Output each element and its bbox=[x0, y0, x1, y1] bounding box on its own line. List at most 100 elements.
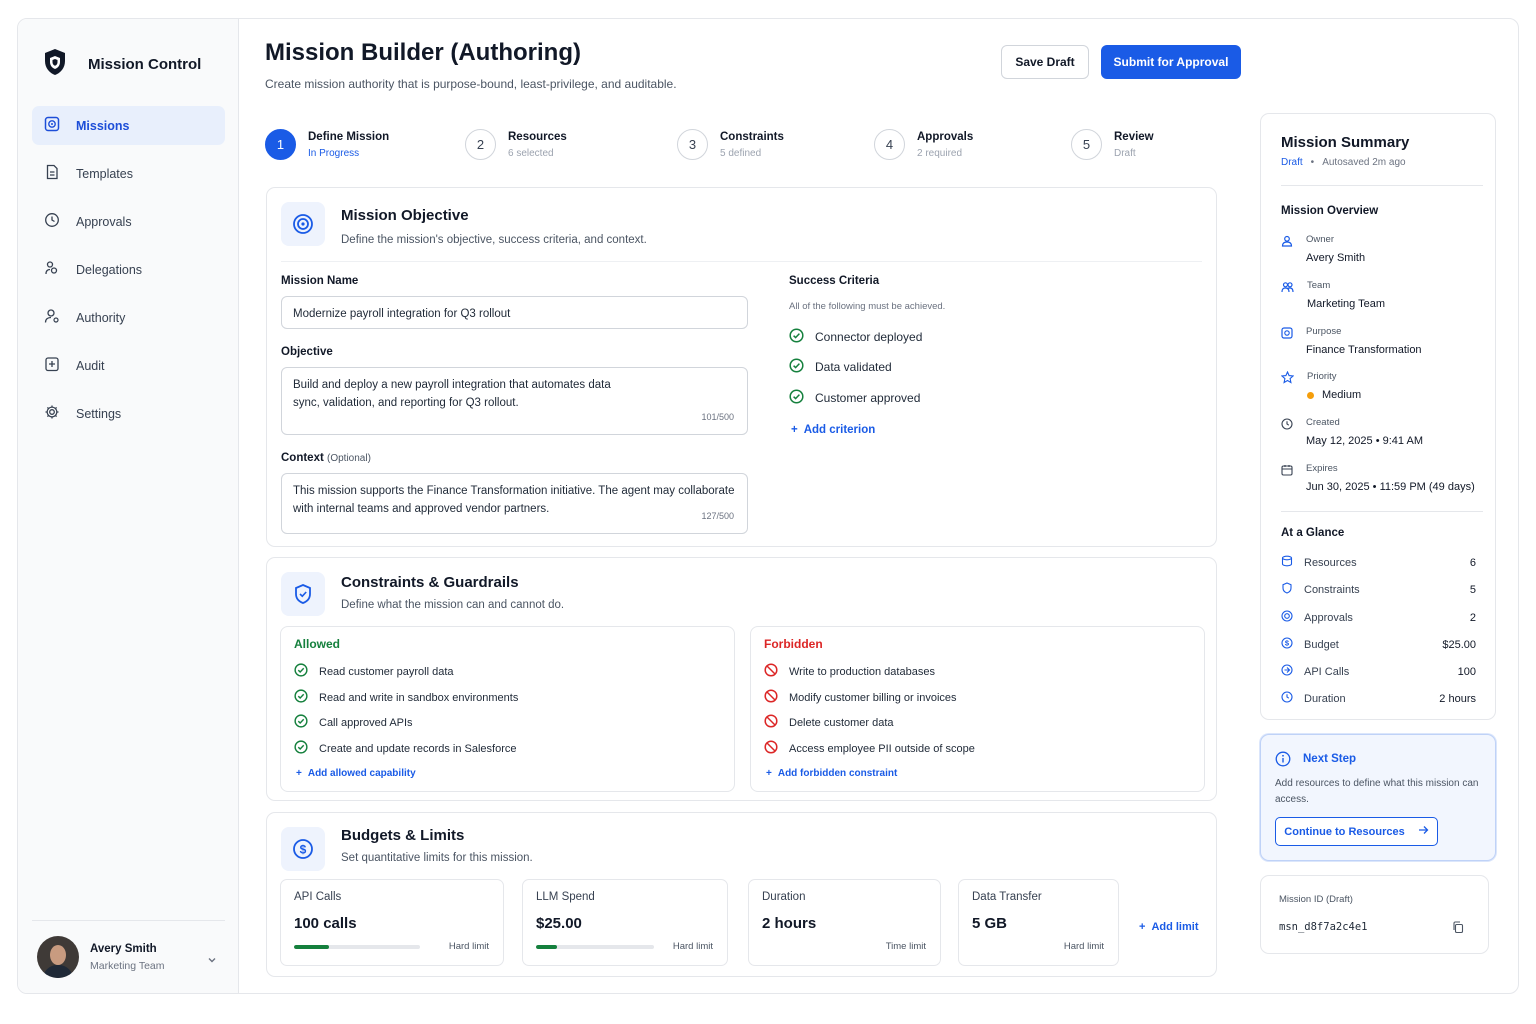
continue-to-resources-button[interactable]: Continue to Resources bbox=[1275, 817, 1438, 846]
info-icon bbox=[1275, 751, 1291, 772]
clock-icon bbox=[1281, 691, 1293, 706]
clock-icon bbox=[1281, 417, 1293, 447]
svg-text:$: $ bbox=[1285, 639, 1290, 648]
allowed-panel: Allowed Read customer payroll data Read … bbox=[280, 626, 735, 792]
svg-text:$: $ bbox=[300, 843, 307, 857]
avatar bbox=[37, 936, 79, 978]
check-circle-icon bbox=[789, 389, 804, 407]
step-number: 2 bbox=[465, 129, 496, 160]
step-label: Review bbox=[1114, 130, 1154, 143]
card-title: Budgets & Limits bbox=[341, 827, 465, 844]
target-icon bbox=[1281, 326, 1293, 356]
save-draft-button[interactable]: Save Draft bbox=[1001, 45, 1089, 79]
mission-id-card: Mission ID (Draft) msn_d8f7a2c4e1 bbox=[1260, 875, 1489, 954]
sidebar-item-approvals[interactable]: Approvals bbox=[32, 202, 225, 241]
glance-duration: Duration 2 hours bbox=[1281, 691, 1476, 706]
ban-icon bbox=[764, 740, 778, 757]
mission-name-input[interactable]: Modernize payroll integration for Q3 rol… bbox=[281, 296, 748, 329]
clock-check-icon bbox=[44, 212, 60, 231]
user-name: Avery Smith bbox=[90, 942, 157, 955]
next-step-text: Add resources to define what this missio… bbox=[1275, 778, 1479, 805]
add-criterion-button[interactable]: + Add criterion bbox=[791, 424, 875, 436]
overview-team: Team Marketing Team bbox=[1281, 280, 1385, 310]
glance-resources: Resources 6 bbox=[1281, 555, 1476, 570]
step-constraints[interactable]: 3 Constraints 5 defined bbox=[677, 129, 784, 160]
forbidden-item: Delete customer data bbox=[764, 714, 894, 731]
limit-card-duration[interactable]: Duration 2 hours Time limit bbox=[748, 879, 941, 966]
limit-label: Data Transfer bbox=[972, 891, 1042, 903]
user-menu[interactable]: Avery Smith Marketing Team bbox=[32, 920, 225, 993]
page-subtitle: Create mission authority that is purpose… bbox=[265, 77, 677, 91]
glance-budget: $ Budget $25.00 bbox=[1281, 637, 1476, 652]
page-title: Mission Builder (Authoring) bbox=[265, 39, 581, 66]
plus-icon: + bbox=[766, 768, 772, 779]
limit-progress-bar bbox=[536, 945, 654, 949]
check-circle-icon bbox=[294, 663, 308, 680]
limit-progress-fill bbox=[536, 945, 558, 949]
ban-icon bbox=[764, 689, 778, 706]
limit-card-llm-spend[interactable]: LLM Spend $25.00 Hard limit bbox=[522, 879, 728, 966]
limit-card-api-calls[interactable]: API Calls 100 calls Hard limit bbox=[280, 879, 504, 966]
card-subtitle: Define what the mission can and cannot d… bbox=[341, 599, 565, 611]
budgets-card: $ Budgets & Limits Set quantitative limi… bbox=[266, 812, 1217, 977]
add-limit-button[interactable]: + Add limit bbox=[1139, 921, 1199, 933]
glance-approvals: Approvals 2 bbox=[1281, 610, 1476, 625]
gear-icon bbox=[44, 404, 60, 423]
sidebar-item-authority[interactable]: Authority bbox=[32, 298, 225, 337]
context-label: Context (Optional) bbox=[281, 452, 371, 464]
team-icon bbox=[1281, 280, 1294, 310]
character-count: 101/500 bbox=[701, 412, 734, 422]
limit-value: $25.00 bbox=[536, 915, 582, 932]
step-status: In Progress bbox=[308, 147, 360, 159]
step-resources[interactable]: 2 Resources 6 selected bbox=[465, 129, 567, 160]
arrow-right-icon bbox=[1418, 825, 1429, 838]
dollar-icon: $ bbox=[281, 827, 325, 871]
objective-textarea[interactable]: Build and deploy a new payroll integrati… bbox=[281, 367, 748, 435]
sidebar-item-settings[interactable]: Settings bbox=[32, 394, 225, 433]
copy-icon[interactable] bbox=[1452, 921, 1464, 939]
sidebar-item-label: Audit bbox=[76, 358, 105, 373]
overview-priority: Priority Medium bbox=[1280, 370, 1361, 401]
step-approvals[interactable]: 4 Approvals 2 required bbox=[874, 129, 973, 160]
mission-objective-card: Mission Objective Define the mission's o… bbox=[266, 187, 1217, 547]
sidebar-item-missions[interactable]: Missions bbox=[32, 106, 225, 145]
shield-icon bbox=[1281, 582, 1293, 597]
document-icon bbox=[44, 164, 60, 183]
chevron-down-icon[interactable] bbox=[207, 952, 217, 970]
step-label: Resources bbox=[508, 130, 567, 143]
card-subtitle: Define the mission's objective, success … bbox=[341, 234, 647, 246]
add-allowed-capability-button[interactable]: + Add allowed capability bbox=[296, 768, 416, 779]
step-review[interactable]: 5 Review Draft bbox=[1071, 129, 1154, 160]
optional-tag: (Optional) bbox=[327, 453, 371, 464]
submit-for-approval-button[interactable]: Submit for Approval bbox=[1101, 45, 1241, 79]
sidebar: Mission Control Missions Templates Appro… bbox=[18, 19, 239, 993]
star-icon bbox=[1280, 370, 1295, 401]
step-number: 1 bbox=[265, 129, 296, 160]
dollar-icon: $ bbox=[1281, 637, 1293, 652]
sidebar-item-delegations[interactable]: Delegations bbox=[32, 250, 225, 289]
limit-progress-fill bbox=[294, 945, 330, 949]
limit-type: Hard limit bbox=[1063, 941, 1104, 952]
sidebar-item-audit[interactable]: Audit bbox=[32, 346, 225, 385]
step-define-mission[interactable]: 1 Define Mission In Progress bbox=[265, 129, 389, 160]
sidebar-item-label: Authority bbox=[76, 310, 126, 325]
overview-purpose: Purpose Finance Transformation bbox=[1281, 326, 1422, 356]
character-count: 127/500 bbox=[701, 511, 734, 521]
step-number: 3 bbox=[677, 129, 708, 160]
sidebar-item-templates[interactable]: Templates bbox=[32, 154, 225, 193]
step-status: Draft bbox=[1114, 147, 1136, 159]
plus-icon: + bbox=[296, 768, 302, 779]
limit-card-data-transfer[interactable]: Data Transfer 5 GB Hard limit bbox=[958, 879, 1119, 966]
step-status: 6 selected bbox=[508, 147, 554, 159]
context-textarea[interactable]: This mission supports the Finance Transf… bbox=[281, 473, 748, 534]
plus-icon: + bbox=[791, 424, 798, 436]
glance-constraints: Constraints 5 bbox=[1281, 582, 1476, 597]
target-icon bbox=[281, 202, 325, 246]
step-label: Constraints bbox=[720, 130, 784, 143]
delegation-icon bbox=[44, 260, 60, 279]
user-team: Marketing Team bbox=[90, 959, 165, 972]
add-forbidden-constraint-button[interactable]: + Add forbidden constraint bbox=[766, 768, 897, 779]
sidebar-item-label: Approvals bbox=[76, 214, 132, 229]
target-icon bbox=[1281, 610, 1293, 625]
mission-summary-panel: Mission Summary Draft • Autosaved 2m ago… bbox=[1260, 113, 1496, 720]
